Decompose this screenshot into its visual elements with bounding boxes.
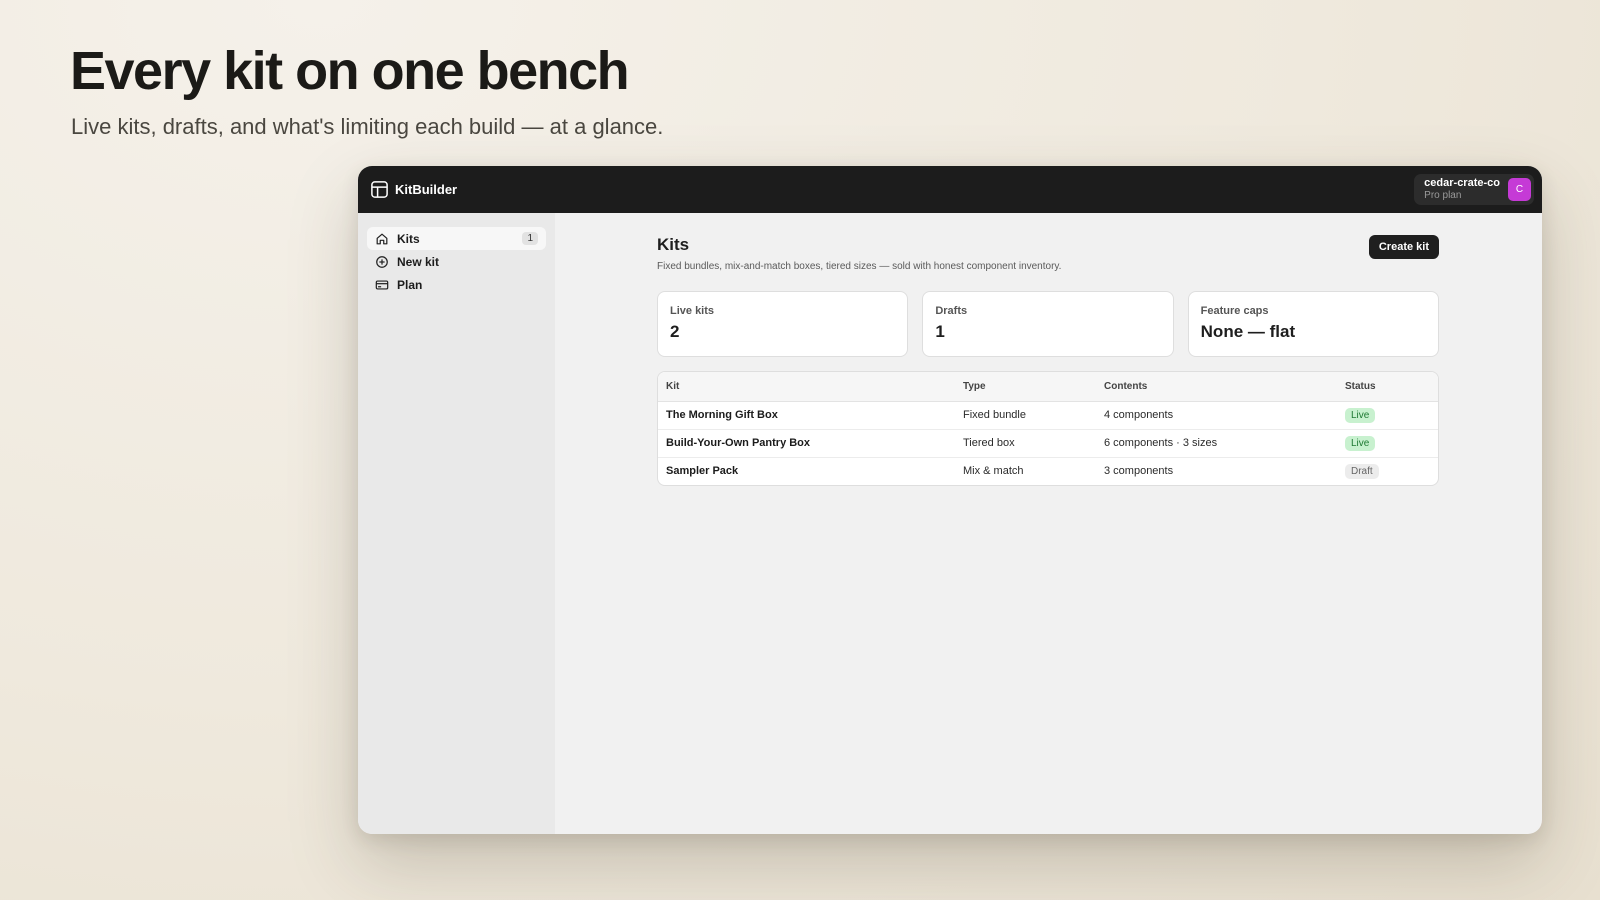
kit-name-cell[interactable]: The Morning Gift Box <box>658 401 955 430</box>
status-badge: Draft <box>1345 463 1379 479</box>
sidebar-item-new-kit[interactable]: New kit <box>367 250 546 273</box>
top-bar: KitBuilder cedar-crate-co Pro plan C <box>358 166 1542 213</box>
sidebar-item-label: Plan <box>397 277 423 292</box>
table-row[interactable]: Build-Your-Own Pantry Box Tiered box 6 c… <box>658 429 1438 458</box>
kit-type-cell: Fixed bundle <box>955 401 1096 430</box>
sidebar-item-plan[interactable]: Plan <box>367 273 546 296</box>
stat-value: 2 <box>670 322 680 341</box>
stat-label: Live kits <box>670 305 715 317</box>
kit-type-cell: Mix & match <box>963 465 1024 478</box>
stats-row: Live kits 2 Drafts 1 Feature caps None —… <box>657 291 1439 357</box>
stat-value: None — flat <box>1200 322 1296 341</box>
account-plan: Pro plan <box>1424 190 1462 202</box>
plus-circle-icon <box>376 255 388 268</box>
layout-grid-icon <box>371 181 388 198</box>
app-name: KitBuilder <box>395 182 458 197</box>
table-row[interactable]: The Morning Gift Box Fixed bundle 4 comp… <box>658 401 1438 430</box>
column-header-kit[interactable]: Kit <box>658 372 955 402</box>
stat-label: Drafts <box>935 305 968 317</box>
avatar[interactable]: C <box>1508 177 1531 201</box>
app-window: KitBuilder cedar-crate-co Pro plan C Kit… <box>358 166 1542 834</box>
kits-count-badge: 1 <box>522 232 538 245</box>
kit-type-cell: Tiered box <box>955 429 1096 458</box>
account-name: cedar-crate-co <box>1424 177 1500 190</box>
sidebar-item-label: Kits <box>397 231 420 246</box>
create-kit-button[interactable]: Create kit <box>1368 235 1439 259</box>
kits-table: Kit Type Contents Status The Morning Gif… <box>657 371 1439 486</box>
column-header-contents[interactable]: Contents <box>1096 372 1337 402</box>
hero-title: Every kit on one bench <box>70 41 630 101</box>
page-title: Kits <box>657 235 690 254</box>
sidebar: Kits 1 New kit Plan <box>358 213 555 834</box>
kit-contents-cell: 6 components · 3 sizes <box>1096 429 1337 458</box>
stat-card-live-kits: Live kits 2 <box>657 291 909 357</box>
stat-card-drafts: Drafts 1 <box>922 291 1174 357</box>
sidebar-item-kits[interactable]: Kits 1 <box>367 227 546 250</box>
brand[interactable]: KitBuilder <box>370 180 457 199</box>
credit-card-icon <box>375 279 389 290</box>
status-badge: Live <box>1345 435 1376 451</box>
main-content: Kits Fixed bundles, mix-and-match boxes,… <box>555 213 1542 834</box>
sidebar-item-label: New kit <box>397 254 440 269</box>
stat-label: Feature caps <box>1200 305 1269 317</box>
home-icon <box>376 233 388 244</box>
stat-card-feature-caps: Feature caps None — flat <box>1187 291 1439 357</box>
account-switcher[interactable]: cedar-crate-co Pro plan C <box>1414 174 1534 205</box>
kit-name-cell[interactable]: Build-Your-Own Pantry Box <box>658 429 955 458</box>
kit-name-cell[interactable]: Sampler Pack <box>658 457 955 485</box>
table-row[interactable]: Sampler Pack Mix & match 3 components Dr… <box>658 457 1438 485</box>
table-header-row: Kit Type Contents Status <box>658 372 1438 402</box>
page-description: Fixed bundles, mix-and-match boxes, tier… <box>657 261 1062 272</box>
column-header-type[interactable]: Type <box>955 372 1096 402</box>
hero-subtitle: Live kits, drafts, and what's limiting e… <box>71 114 664 139</box>
status-badge: Live <box>1345 407 1376 423</box>
kit-contents-cell: 4 components <box>1096 401 1337 430</box>
column-header-status[interactable]: Status <box>1337 372 1438 402</box>
stat-value: 1 <box>935 322 945 341</box>
kit-contents-cell: 3 components <box>1104 465 1174 478</box>
